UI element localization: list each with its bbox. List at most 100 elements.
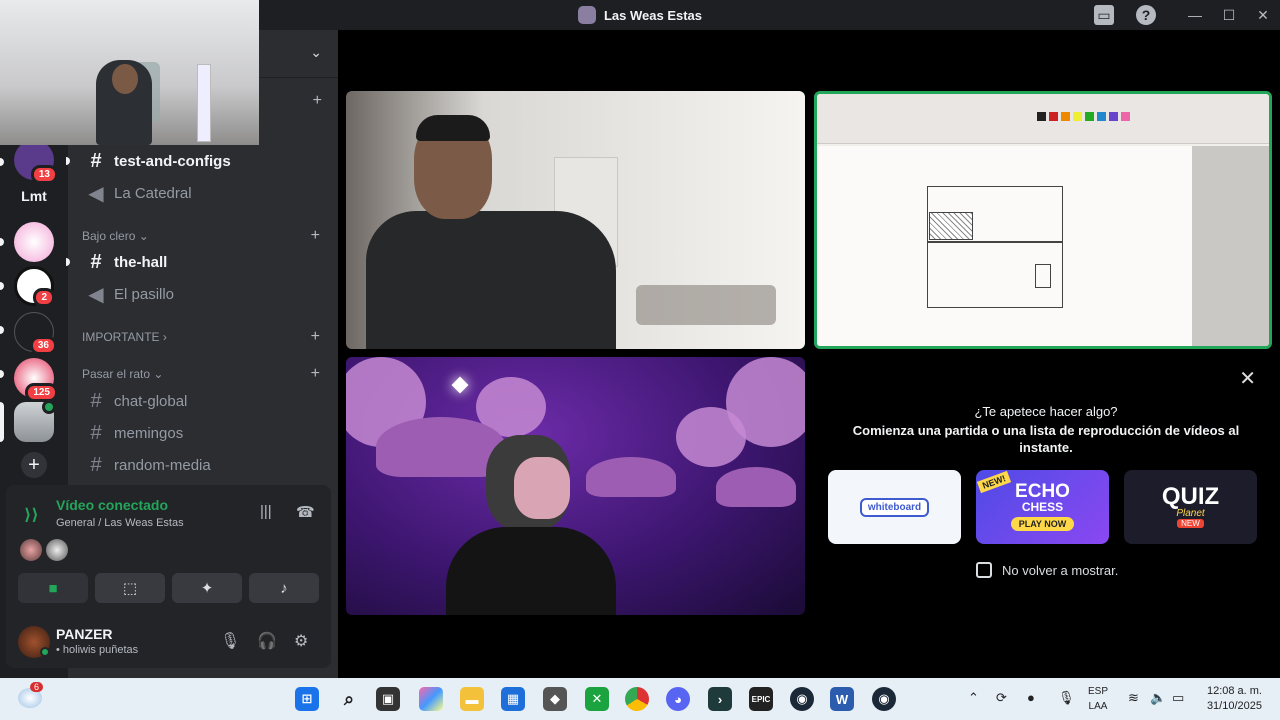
battery-icon[interactable]: ▭ <box>1172 690 1184 706</box>
custom-status: • holiwis puñetas <box>56 644 139 656</box>
close-icon[interactable]: ✕ <box>1239 366 1256 391</box>
tray-app-icon[interactable]: ● <box>1027 690 1035 705</box>
wifi-icon[interactable]: ≋ <box>1128 690 1139 706</box>
channel-label: the-hall <box>114 253 168 271</box>
category-pasar-el-rato[interactable]: Pasar el rato ⌄ + <box>82 365 330 383</box>
video-tile-screenshare[interactable] <box>814 91 1272 349</box>
keyboard-layout: LAA <box>1088 701 1108 712</box>
person-body <box>446 527 616 615</box>
channel-la-catedral[interactable]: ◀ La Catedral <box>76 178 330 208</box>
system-clock[interactable]: 12:08 a. m. 31/10/2025 <box>1198 684 1262 714</box>
clock-date: 31/10/2025 <box>1206 700 1262 712</box>
close-icon[interactable]: ✕ <box>1246 7 1280 24</box>
disconnect-icon[interactable]: ☎ <box>296 503 315 521</box>
channel-the-hall[interactable]: # the-hall <box>76 247 330 277</box>
category-bajo-clero[interactable]: Bajo clero ⌄ + <box>82 227 330 245</box>
activities-button[interactable]: ✦ <box>172 573 242 603</box>
voice-speaker-icon: ◀ <box>88 283 104 306</box>
video-tile-camera[interactable] <box>346 91 805 349</box>
maximize-icon[interactable]: ☐ <box>1212 7 1246 24</box>
category-label: Pasar el rato <box>82 367 151 381</box>
epic-games-icon[interactable]: EPIC <box>749 687 773 711</box>
voice-status-title[interactable]: Vídeo conectado <box>56 497 168 513</box>
noise-suppression-icon[interactable]: ||| <box>260 503 272 520</box>
steam-icon-2[interactable]: ◉ <box>872 687 896 711</box>
app-icon-cube[interactable]: ◆ <box>543 687 567 711</box>
copilot-icon[interactable] <box>419 687 443 711</box>
add-channel-icon[interactable]: + <box>311 328 320 346</box>
headphones-icon[interactable]: 🎧 <box>257 631 277 651</box>
chrome-icon[interactable] <box>625 687 649 711</box>
channel-memingos[interactable]: # memingos <box>76 418 330 448</box>
category-importante[interactable]: IMPORTANTE › + <box>82 328 330 346</box>
username[interactable]: PANZER <box>56 626 113 642</box>
unread-pill <box>0 370 4 378</box>
hash-icon: # <box>90 149 102 172</box>
unread-indicator <box>66 157 70 165</box>
input-language[interactable]: ESP LAA <box>1088 684 1108 714</box>
minimize-icon[interactable]: — <box>1178 7 1212 23</box>
unread-indicator <box>66 258 70 266</box>
paint-canvas <box>817 146 1192 346</box>
channel-el-pasillo[interactable]: ◀ El pasillo <box>76 279 330 309</box>
bg-mushroom-house <box>586 457 676 497</box>
server-icon-5[interactable]: 125 <box>14 358 58 402</box>
server-icon-active[interactable] <box>14 400 56 442</box>
soundboard-button[interactable]: ♪ <box>249 573 319 603</box>
terminal-icon[interactable]: › <box>708 687 732 711</box>
xbox-icon[interactable]: ✕ <box>585 687 609 711</box>
add-channel-icon[interactable]: + <box>311 365 320 383</box>
camera-button[interactable]: ■ <box>18 573 88 603</box>
server-icon-4[interactable]: 36 <box>14 312 57 355</box>
chevron-up-icon[interactable]: ⌃ <box>968 690 979 706</box>
add-channel-icon[interactable]: + <box>311 227 320 245</box>
drawing-scribble <box>929 212 973 240</box>
inbox-icon[interactable]: ▭ <box>1094 5 1114 25</box>
voice-status-dot <box>42 400 56 414</box>
microphone-icon[interactable]: 🎙 <box>220 631 240 651</box>
channel-random-media[interactable]: # random-media <box>76 450 330 480</box>
help-icon[interactable]: ? <box>1136 5 1156 25</box>
participant-avatar[interactable] <box>20 539 42 561</box>
activity-card-quiz-planet[interactable]: QUIZ Planet NEW <box>1124 470 1257 544</box>
file-explorer-icon[interactable]: ▬ <box>460 687 484 711</box>
channel-chat-global[interactable]: # chat-global <box>76 386 330 416</box>
unread-pill <box>0 238 4 246</box>
unread-pill <box>0 282 4 290</box>
voice-channel-path[interactable]: General / Las Weas Estas <box>56 517 184 529</box>
microphone-icon[interactable]: 🎙 <box>1058 690 1075 706</box>
discord-icon[interactable]: ◕ <box>666 687 690 711</box>
channel-test-and-configs[interactable]: # test-and-configs <box>76 146 330 176</box>
steam-icon[interactable]: ◉ <box>790 687 814 711</box>
start-icon[interactable]: ⊞ <box>295 687 319 711</box>
chevron-down-icon[interactable]: ⌄ <box>310 44 322 61</box>
card-label: whiteboard <box>859 497 930 517</box>
server-icon-2[interactable] <box>14 222 54 262</box>
word-icon[interactable]: W <box>830 687 854 711</box>
screen-share-button[interactable]: ⬚ <box>95 573 165 603</box>
add-server-icon[interactable]: + <box>21 452 47 478</box>
volume-icon[interactable]: 🔈 <box>1150 690 1166 706</box>
store-icon[interactable]: ▦ <box>501 687 525 711</box>
card-subtitle: Planet <box>1176 508 1205 519</box>
settings-gear-icon[interactable]: ⚙ <box>294 631 308 651</box>
webcam-head <box>112 64 138 94</box>
task-view-icon[interactable]: ▣ <box>376 687 400 711</box>
card-title: QUIZ <box>1161 483 1220 510</box>
screen-share-icon: ⬚ <box>122 580 138 597</box>
sync-icon[interactable]: ⟳ <box>996 690 1007 706</box>
hash-icon: # <box>90 389 102 412</box>
channel-label: memingos <box>114 424 184 442</box>
video-tile-camera-2[interactable] <box>346 357 805 615</box>
add-channel-icon[interactable]: + <box>313 92 322 110</box>
server-icon-1[interactable]: 13 <box>14 140 58 184</box>
participant-avatar[interactable] <box>46 539 68 561</box>
server-icon-3[interactable]: 2 <box>14 266 55 307</box>
dont-show-again[interactable]: No volver a mostrar. <box>976 562 1118 578</box>
server-icon-lmt[interactable]: Lmt <box>14 176 54 216</box>
activity-card-echo-chess[interactable]: NEW! ECHO CHESS PLAY NOW <box>976 470 1109 544</box>
search-icon[interactable]: ⌕ <box>337 687 361 711</box>
person-body <box>366 211 616 349</box>
checkbox[interactable] <box>976 562 992 578</box>
activity-card-whiteboard[interactable]: whiteboard <box>828 470 961 544</box>
